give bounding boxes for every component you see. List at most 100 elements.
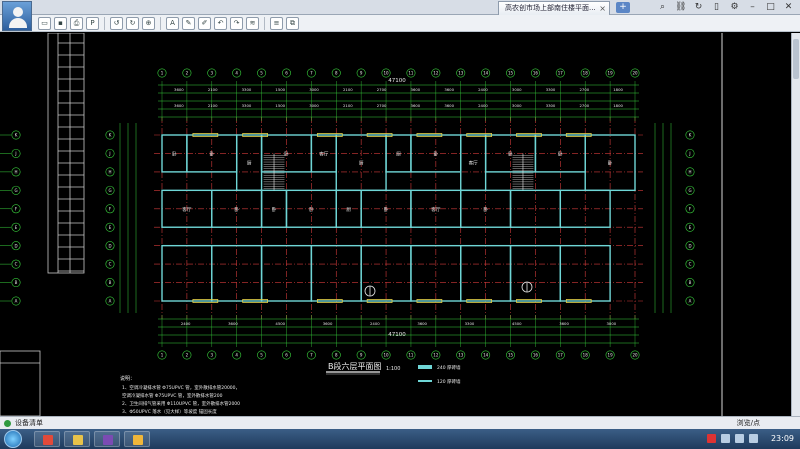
sheet-scale: 1:100 <box>386 366 400 372</box>
print-icon[interactable]: ⎙ <box>70 17 83 30</box>
dimension-label: 2700 <box>377 103 387 108</box>
keyboard-icon[interactable] <box>721 434 730 443</box>
grid-label: 20 <box>632 71 638 76</box>
dimension-label: 3300 <box>242 103 252 108</box>
dimension-label: 3000 <box>512 87 522 92</box>
room-label: 卧 <box>483 206 488 213</box>
grid-label: G <box>108 188 111 193</box>
grid-label: C <box>109 262 112 267</box>
volume-icon[interactable] <box>749 434 758 443</box>
grid-label: D <box>108 243 111 248</box>
layers-icon[interactable]: ≡ <box>270 17 283 30</box>
link-icon[interactable]: ⛓ <box>675 1 686 13</box>
total-width-top: 47100 <box>388 78 406 84</box>
grid-label: 2 <box>186 71 189 76</box>
zoom-icon[interactable]: ⊕ <box>142 17 155 30</box>
rotate-icon[interactable]: ↻ <box>126 17 139 30</box>
grid-label: 17 <box>558 353 564 358</box>
compare-icon[interactable]: ⧉ <box>286 17 299 30</box>
status-text[interactable]: 设备清单 <box>15 417 43 429</box>
grid-label: 8 <box>335 353 338 358</box>
network-icon[interactable] <box>735 434 744 443</box>
grid-label: D <box>14 243 17 248</box>
floor-plan: KJHGFEDCBA 11223344556677889910101111121… <box>0 33 723 416</box>
dimension-label: 2700 <box>377 87 387 92</box>
drawing-canvas[interactable]: KJHGFEDCBA 1 1 2 2 3 3 4 4 5 5 6 6 7 7 8 8 9 9 10 10 11 11 12 1… <box>0 33 800 416</box>
taskbar-app-viewer[interactable] <box>124 431 150 447</box>
open-icon[interactable]: ▭ <box>38 17 51 30</box>
redo-icon[interactable]: ↷ <box>230 17 243 30</box>
total-width-bottom: 47100 <box>388 332 406 338</box>
grid-label: 18 <box>583 353 589 358</box>
refresh-icon[interactable]: ↺ <box>110 17 123 30</box>
start-button[interactable] <box>4 430 22 448</box>
dimension-label: 1800 <box>613 87 623 92</box>
dimension-label: 3600 <box>444 103 454 108</box>
note-line: 3、Φ50UPVC 落水（见大样）等坡度 锚固长度 <box>122 408 217 415</box>
room-label: 卧 <box>608 160 613 167</box>
grid-label: K <box>689 133 692 138</box>
tab-close-icon[interactable]: × <box>599 2 606 15</box>
taskbar-app-explorer[interactable] <box>64 431 90 447</box>
grid-label: K <box>109 133 112 138</box>
grid-label: J <box>108 151 110 156</box>
pen-icon[interactable]: ✎ <box>182 17 195 30</box>
app-window: 高农创市场上部南住楼平面... × + ⌕ ⛓ ↻ ▯ ⚙ – □ ✕ ▭ ▪ … <box>0 0 800 449</box>
dimension-label: 3600 <box>559 321 569 326</box>
save-icon[interactable]: ▪ <box>54 17 67 30</box>
room-label: 卧 <box>558 150 563 157</box>
maximize-icon[interactable]: □ <box>765 1 776 13</box>
undo-icon[interactable]: ↶ <box>214 17 227 30</box>
dimension-label: 2100 <box>208 103 218 108</box>
grid-label: A <box>15 299 18 304</box>
system-icons: ⌕ ⛓ ↻ ▯ ⚙ – □ ✕ <box>657 1 794 13</box>
grid-label: 18 <box>583 71 589 76</box>
minimize-icon[interactable]: – <box>747 1 758 13</box>
notes-title: 说明： <box>120 375 135 382</box>
dimension-label: 3600 <box>417 321 427 326</box>
dimension-label: 2400 <box>181 321 191 326</box>
grid-label: 13 <box>458 71 464 76</box>
taskbar-app-browser[interactable] <box>34 431 60 447</box>
note-line: 1、空调冷凝排水管 Φ75UPVC 管，室外散排水管20000， <box>122 384 240 391</box>
room-label: 卧 <box>309 206 314 213</box>
pdf-icon[interactable]: P <box>86 17 99 30</box>
refresh-icon[interactable]: ↻ <box>693 1 704 13</box>
room-label: 厨 <box>247 161 252 167</box>
dimension-label: 3600 <box>174 103 184 108</box>
settings-icon[interactable]: ⚙ <box>729 1 740 13</box>
grid-label: 14 <box>483 353 489 358</box>
dimension-label: 3000 <box>309 103 319 108</box>
dimension-label: 3000 <box>309 87 319 92</box>
grid-label: 7 <box>310 353 313 358</box>
grid-label: 5 <box>260 71 263 76</box>
close-icon[interactable]: ✕ <box>783 1 794 13</box>
dimension-label: 3300 <box>242 87 252 92</box>
toolbar: ▭ ▪ ⎙ P ↺ ↻ ⊕ A ✎ ✐ ↶ ↷ ≋ ≡ ⧉ <box>0 15 800 32</box>
user-avatar[interactable] <box>2 1 32 31</box>
text-icon[interactable]: A <box>166 17 179 30</box>
input-method-icon[interactable] <box>707 434 716 443</box>
grid-label: 11 <box>408 353 414 358</box>
grid-label: 10 <box>384 71 390 76</box>
room-label: 卧 <box>384 206 389 213</box>
room-label: 客厅 <box>182 206 192 213</box>
taskbar-app-books[interactable] <box>94 431 120 447</box>
document-tab[interactable]: 高农创市场上部南住楼平面... × <box>498 1 610 15</box>
phone-icon[interactable]: ▯ <box>711 1 722 13</box>
draw-icon[interactable]: ✐ <box>198 17 211 30</box>
grid-label: K <box>15 133 18 138</box>
room-label: 厨 <box>346 207 351 213</box>
status-bar: 设备清单 浏览/点 <box>0 416 800 429</box>
taskbar: 23:09 <box>0 429 800 449</box>
new-tab-button[interactable]: + <box>616 2 630 13</box>
scroll-thumb[interactable] <box>793 39 799 79</box>
grid-label: A <box>689 299 692 304</box>
grid-label: 2 <box>186 353 189 358</box>
vertical-scrollbar[interactable] <box>791 33 800 416</box>
search-icon[interactable]: ⌕ <box>657 1 668 13</box>
measure-icon[interactable]: ≋ <box>246 17 259 30</box>
dimension-label: 3600 <box>444 87 454 92</box>
grid-label: J <box>688 151 690 156</box>
status-mode[interactable]: 浏览/点 <box>737 417 760 429</box>
